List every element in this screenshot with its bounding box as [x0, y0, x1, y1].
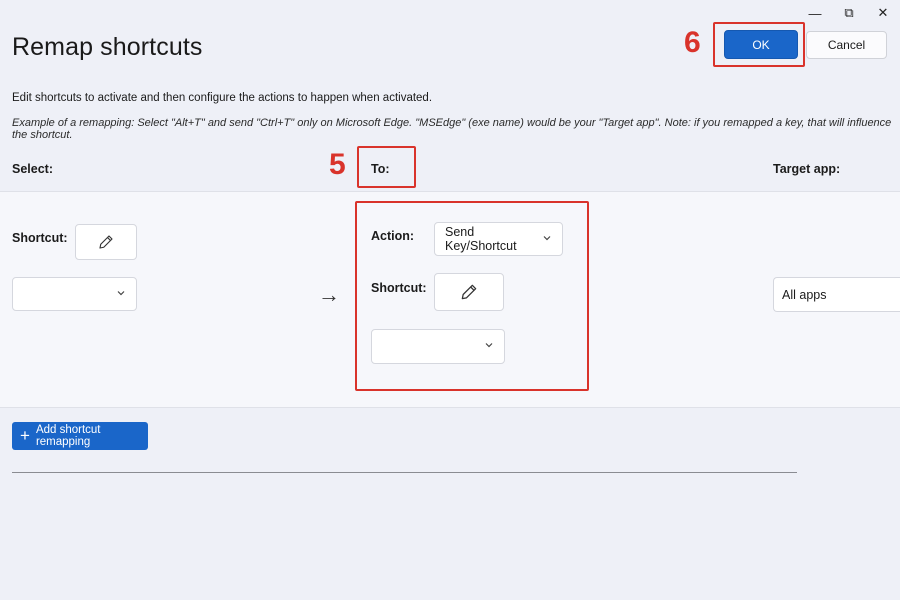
maximize-icon: ⧉	[844, 5, 854, 20]
column-header-select: Select:	[12, 162, 53, 176]
select-shortcut-dropdown[interactable]	[12, 277, 137, 311]
divider	[12, 472, 797, 473]
arrow-right-icon: →	[318, 282, 340, 307]
column-header-target-app: Target app:	[773, 162, 841, 176]
minimize-icon: —	[808, 5, 822, 21]
annotation-box-to	[357, 146, 416, 188]
annotation-step-6: 6	[684, 26, 701, 59]
annotation-box-ok	[713, 22, 805, 67]
example-text: Example of a remapping: Select "Alt+T" a…	[12, 117, 892, 141]
pencil-icon	[99, 235, 113, 249]
close-button[interactable]: ✕	[866, 0, 900, 26]
select-shortcut-edit-button[interactable]	[75, 224, 137, 260]
page-title: Remap shortcuts	[12, 33, 203, 61]
target-app-input[interactable]: All apps	[773, 277, 900, 312]
add-shortcut-remapping-label: Add shortcut remapping	[35, 424, 101, 448]
add-shortcut-remapping-button[interactable]: + Add shortcut remapping	[12, 422, 148, 450]
maximize-button[interactable]: ⧉	[832, 0, 866, 26]
chevron-down-icon	[116, 288, 126, 301]
plus-icon: +	[20, 425, 30, 445]
annotation-step-5: 5	[329, 148, 346, 181]
close-icon: ✕	[877, 5, 889, 20]
annotation-box-to-section	[355, 201, 589, 391]
target-app-value: All apps	[782, 287, 827, 302]
select-shortcut-label: Shortcut:	[12, 231, 68, 245]
description-text: Edit shortcuts to activate and then conf…	[12, 92, 433, 104]
window-caption-buttons: — ⧉ ✕	[798, 0, 900, 26]
cancel-button[interactable]: Cancel	[806, 31, 887, 59]
